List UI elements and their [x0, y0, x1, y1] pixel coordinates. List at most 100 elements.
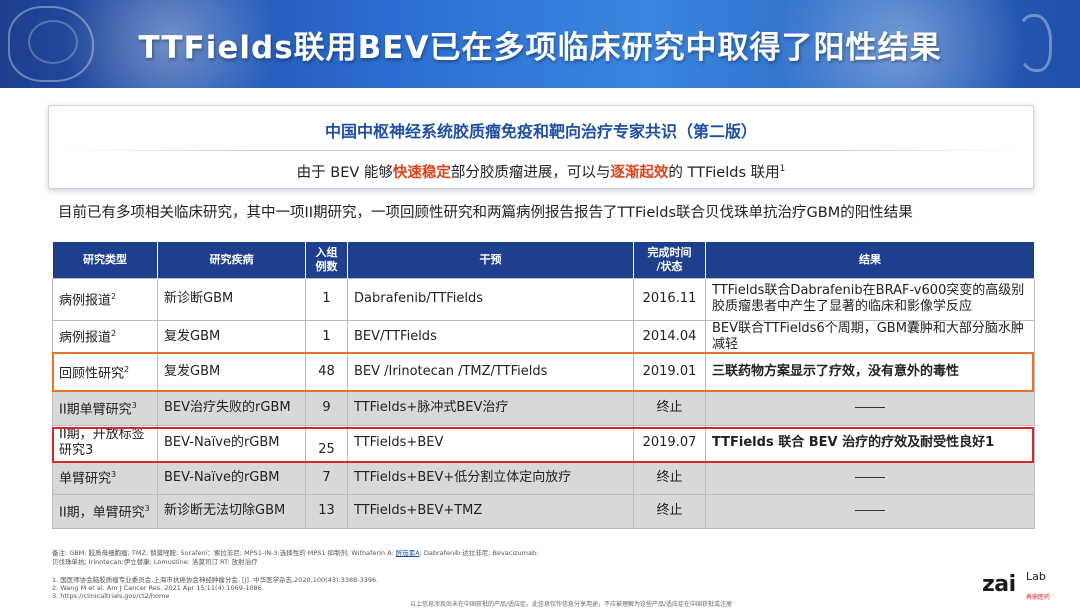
cell-time: 终止	[633, 390, 706, 426]
cell-type-text: 回顾性研究	[59, 366, 125, 382]
cell-result	[705, 493, 1035, 529]
consensus-box: 中国中枢神经系统胶质瘤免疫和靶向治疗专家共识（第二版） 由于 BEV 能够快速稳…	[48, 105, 1034, 189]
header-time: 完成时间/状态	[633, 242, 706, 278]
table-row: II期，开放标签研究3 BEV-Naïve的rGBM 25 TTFields+B…	[52, 424, 1035, 462]
table-row: II期，单臂研究3 新诊断无法切除GBM 13 TTFields+BEV+TMZ…	[52, 493, 1035, 529]
cell-result: BEV联合TTFields6个周期，GBM囊肿和大部分脑水肿减轻	[705, 319, 1035, 354]
cell-result: 三联药物方案显示了疗效，没有意外的毒性	[705, 352, 1035, 392]
cell-time: 2019.07	[633, 424, 706, 462]
consensus-divider	[65, 150, 1017, 151]
cell-type: II期，开放标签研究3	[52, 424, 158, 462]
cell-time: 终止	[633, 460, 706, 495]
cell-intervention: TTFields+脉冲式BEV治疗	[347, 390, 634, 426]
reference-item: 1. 国医师协会脑胶质瘤专业委员会,上海市抗癌协会神经肿瘤分会. [J]. 中华…	[52, 576, 379, 584]
cell-type-sup: 3	[111, 470, 117, 480]
dash-mark	[855, 510, 885, 511]
header-n-line2: 例数	[315, 259, 338, 273]
cell-disease: BEV治疗失败的rGBM	[157, 390, 306, 426]
header-intervention: 干预	[347, 242, 634, 278]
studies-table: 研究类型 研究疾病 入组 例数 干预 完成时间/状态 结果 病例报道2 新诊断GB…	[52, 242, 1035, 529]
cell-type-sup: 3	[144, 503, 150, 513]
logo-sub-text: 再鼎医药	[1026, 594, 1051, 601]
page-title: TTFields联用BEV已在多项临床研究中取得了阳性结果	[138, 29, 942, 66]
cell-type: II期，单臂研究3	[52, 493, 158, 529]
cell-disease: 新诊断无法切除GBM	[157, 493, 306, 529]
cell-type: 单臂研究3	[52, 460, 158, 495]
cell-intervention: Dabrafenib/TTFields	[347, 277, 634, 321]
header-time-line2: /状态	[656, 259, 683, 273]
cell-type-text: 病例报道	[59, 330, 112, 346]
cell-intervention: TTFields+BEV+低分割立体定向放疗	[347, 460, 634, 495]
notes-text: ; Dabrafenib:达拉非尼; Bevacizumab:	[419, 549, 539, 557]
consensus-title: 中国中枢神经系统胶质瘤免疫和靶向治疗专家共识（第二版）	[324, 122, 757, 141]
consensus-ref-sup: 1	[779, 164, 786, 175]
cell-result	[705, 460, 1035, 495]
cell-disease: 复发GBM	[157, 352, 306, 392]
cell-type-sup: 2	[111, 291, 117, 301]
references: 1. 国医师协会脑胶质瘤专业委员会,上海市抗癌协会神经肿瘤分会. [J]. 中华…	[52, 576, 552, 600]
dash-mark	[855, 407, 885, 408]
notes-line-1: 备注: GBM: 胶质母细胞瘤; TMZ: 替莫唑胺; Sorafeni：索拉非…	[52, 549, 692, 558]
table-header-row: 研究类型 研究疾病 入组 例数 干预 完成时间/状态 结果	[52, 242, 1035, 278]
cell-disease: 复发GBM	[157, 319, 306, 354]
cell-result	[705, 390, 1035, 426]
cell-time: 2016.11	[633, 277, 706, 321]
cell-n: 7	[305, 460, 348, 495]
header-result: 结果	[705, 242, 1035, 278]
cell-disease: 新诊断GBM	[157, 277, 306, 321]
consensus-text-1: 由于 BEV 能够	[296, 165, 393, 181]
logo-lab-text: Lab	[1026, 570, 1046, 583]
cell-time: 2019.01	[633, 352, 706, 392]
cell-time: 2014.04	[633, 319, 706, 354]
dash-mark	[855, 476, 885, 478]
cell-type: II期单臂研究3	[52, 390, 158, 426]
cell-n: 48	[305, 352, 348, 392]
reference-item: 2. Wang M et al. Am J Cancer Res. 2021 A…	[52, 584, 264, 592]
header-type: 研究类型	[52, 242, 158, 278]
consensus-statement: 由于 BEV 能够快速稳定部分胶质瘤进展，可以与逐渐起效的 TTFields 联…	[49, 161, 1033, 182]
consensus-highlight-1: 快速稳定	[392, 165, 451, 181]
cell-type-text: II期，单臂研究	[59, 505, 145, 521]
cell-type: 回顾性研究2	[52, 352, 158, 392]
cell-type-sup: 2	[111, 329, 117, 339]
abbreviation-notes: 备注: GBM: 胶质母细胞瘤; TMZ: 替莫唑胺; Sorafeni：索拉非…	[52, 549, 692, 566]
consensus-text-3: 的 TTFields 联用	[668, 165, 780, 181]
cell-type-sup: 2	[124, 364, 130, 374]
cell-type-text: II期单臂研究	[59, 402, 132, 418]
cell-intervention: BEV/TTFields	[347, 319, 634, 354]
cell-disease: BEV-Naïve的rGBM	[157, 460, 306, 495]
cell-type-text: 病例报道	[59, 293, 112, 309]
consensus-highlight-2: 逐渐起效	[610, 165, 669, 181]
intro-text: 目前已有多项相关临床研究，其中一项II期研究，一项回顾性研究和两篇病例报告报告了…	[58, 205, 913, 221]
cell-disease: BEV-Naïve的rGBM	[157, 424, 306, 462]
cell-n: 13	[305, 493, 348, 529]
header-time-line1: 完成时间	[647, 245, 692, 259]
cell-time: 终止	[633, 493, 706, 529]
notes-line-2: 贝伐珠单抗; Irinotecan:伊立替康; Lomustine: 洛莫司汀 …	[52, 557, 258, 566]
cell-intervention: TTFields+BEV+TMZ	[347, 493, 634, 529]
logo-main-text: zai	[982, 572, 1016, 597]
table-row: 病例报道2 复发GBM 1 BEV/TTFields 2014.04 BEV联合…	[52, 319, 1035, 354]
table-row: II期单臂研究3 BEV治疗失败的rGBM 9 TTFields+脉冲式BEV治…	[52, 390, 1035, 426]
cell-result: TTFields联合Dabrafenib在BRAF-v600突变的高级别胶质瘤患…	[705, 277, 1035, 321]
cell-result: TTFields 联合 BEV 治疗的疗效及耐受性良好1	[705, 424, 1035, 462]
cell-type: 病例报道2	[52, 319, 158, 354]
cell-type-sup: 3	[131, 400, 137, 410]
cell-n: 1	[305, 277, 348, 321]
table-row: 单臂研究3 BEV-Naïve的rGBM 7 TTFields+BEV+低分割立…	[52, 460, 1035, 495]
zai-lab-logo: zai Lab 再鼎医药	[982, 568, 1062, 604]
table-row: 病例报道2 新诊断GBM 1 Dabrafenib/TTFields 2016.…	[52, 277, 1035, 321]
disclaimer: 以上信息涉及尚未在中国获批的产品/适应症。此信息仅作信息分享用途，不应被理解为这…	[410, 601, 733, 608]
header-n-line1: 入组	[315, 245, 338, 259]
cell-intervention: BEV /Irinotecan /TMZ/TTFields	[347, 352, 634, 392]
header-n: 入组 例数	[305, 242, 348, 278]
cell-n: 25	[305, 424, 348, 462]
cell-type: 病例报道2	[52, 277, 158, 321]
cell-type-text: 单臂研究	[59, 471, 112, 487]
notes-link[interactable]: 醉茄素A	[396, 549, 420, 557]
cell-n: 9	[305, 390, 348, 426]
consensus-text-2: 部分胶质瘤进展，可以与	[450, 165, 611, 181]
cell-type-text: II期，开放标签研究3	[59, 427, 145, 458]
table-row: 回顾性研究2 复发GBM 48 BEV /Irinotecan /TMZ/TTF…	[52, 352, 1035, 392]
header-banner: TTFields联用BEV已在多项临床研究中取得了阳性结果	[0, 0, 1080, 88]
